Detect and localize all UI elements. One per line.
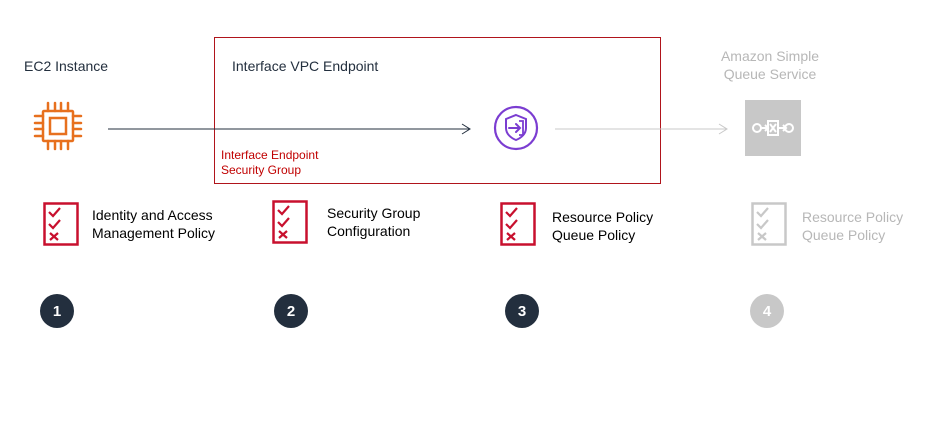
endpoint-security-group-line1: Interface Endpoint [221, 148, 319, 162]
checklist-icon [751, 202, 787, 246]
step-1-badge: 1 [40, 294, 74, 328]
policy-1-line1: Identity and Access [92, 207, 213, 223]
ec2-instance-label: EC2 Instance [24, 58, 109, 74]
policy-1-text: Identity and Access Management Policy [92, 206, 215, 242]
interface-vpc-endpoint-label: Interface VPC Endpoint [232, 58, 379, 74]
ec2-instance-icon [30, 98, 86, 154]
step-2-badge: 2 [274, 294, 308, 328]
checklist-icon [43, 202, 79, 246]
policy-2-line2: Configuration [327, 223, 411, 239]
step-3-badge: 3 [505, 294, 539, 328]
step-4-badge: 4 [750, 294, 784, 328]
arrow-ec2-to-endpoint [106, 122, 476, 136]
sqs-label-line1: Amazon Simple [720, 48, 820, 64]
policy-4-text: Resource Policy Queue Policy [802, 208, 903, 244]
policy-4-line2: Queue Policy [802, 227, 886, 243]
vpc-endpoint-shield-icon [493, 105, 539, 151]
policy-2-line1: Security Group [327, 205, 421, 221]
policy-2-text: Security Group Configuration [327, 204, 420, 240]
sqs-queue-icon [745, 100, 801, 156]
sqs-label: Amazon Simple Queue Service [690, 47, 850, 83]
sqs-label-line2: Queue Service [723, 66, 817, 82]
policy-3-text: Resource Policy Queue Policy [552, 208, 653, 244]
arrow-endpoint-to-sqs [553, 122, 733, 136]
policy-3-line1: Resource Policy [552, 209, 654, 225]
policy-4-line1: Resource Policy [802, 209, 904, 225]
endpoint-security-group-line2: Security Group [221, 163, 302, 177]
endpoint-security-group-label: Interface Endpoint Security Group [221, 148, 318, 178]
checklist-icon [272, 200, 308, 244]
checklist-icon [500, 202, 536, 246]
policy-3-line2: Queue Policy [552, 227, 636, 243]
policy-1-line2: Management Policy [92, 225, 215, 241]
